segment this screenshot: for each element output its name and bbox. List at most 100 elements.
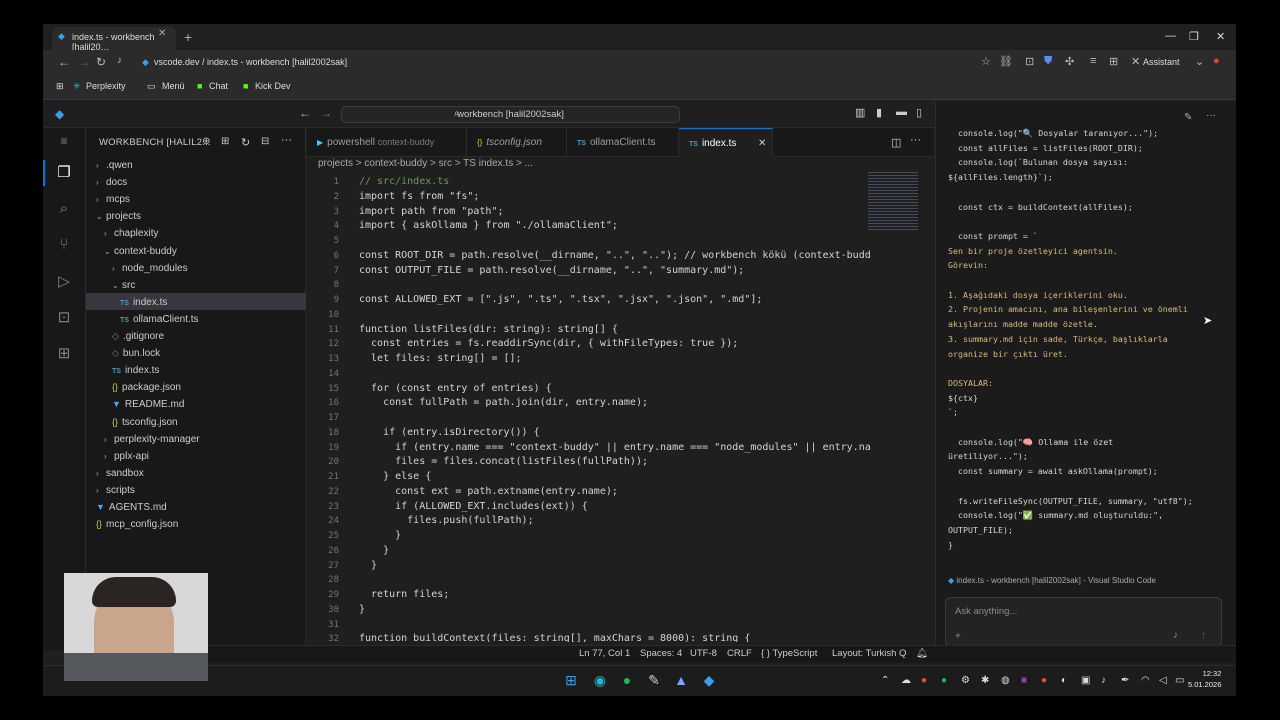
bookmark-chat[interactable]: Chat (209, 81, 228, 91)
mic-tray-icon[interactable]: ♪ (1101, 675, 1106, 686)
nav-forward-icon[interactable]: → (320, 106, 332, 120)
back-icon[interactable]: ← (58, 55, 70, 69)
tree-item[interactable]: ◇ bun.lock (112, 345, 160, 362)
notepad-icon[interactable]: ✎ (644, 672, 664, 689)
nav-back-icon[interactable]: ← (299, 106, 311, 120)
tree-item[interactable]: › sandbox (96, 465, 144, 482)
close-tab-icon[interactable]: ✕ (758, 129, 766, 158)
reload-icon[interactable]: ↻ (96, 55, 106, 69)
tree-item[interactable]: › node_modules (112, 260, 188, 277)
command-center[interactable]: ⌕ workbench [halil2002sak] (341, 106, 680, 123)
tab-ollamaclient[interactable]: TS ollamaClient.ts (567, 128, 679, 157)
tab-index-ts[interactable]: TS index.ts ✕ (679, 128, 773, 157)
clock[interactable]: 12:32 5.01.2026 (1188, 668, 1221, 690)
explorer-icon[interactable]: ❐ (53, 163, 75, 185)
browser-taskbar-icon[interactable]: ◉ (590, 672, 610, 689)
tree-item[interactable]: ⌄ context-buddy (104, 243, 177, 260)
wifi-icon[interactable]: ◠ (1141, 675, 1150, 686)
tree-item[interactable]: ⌄ src (112, 277, 135, 294)
maximize-icon[interactable]: ❐ (1189, 30, 1199, 43)
tray-icon[interactable]: ● (1041, 675, 1047, 686)
mic-icon[interactable]: ♪ (1173, 630, 1178, 641)
tree-item[interactable]: › chaplexity (104, 225, 158, 242)
extension-icon[interactable]: ⊡ (1025, 55, 1034, 68)
url-bar[interactable]: ◆ vscode.dev / index.ts - workbench [hal… (140, 54, 900, 72)
puzzle-icon[interactable]: ✣ (1065, 55, 1074, 68)
refresh-icon[interactable]: ↻ (241, 136, 250, 149)
tab-tsconfig[interactable]: {} tsconfig.json (467, 128, 567, 157)
shield-icon[interactable]: ⛊ (1044, 55, 1052, 68)
bookmark-menu[interactable]: Menü (162, 81, 185, 91)
add-icon[interactable]: + (955, 631, 961, 642)
star-icon[interactable]: ☆ (981, 55, 991, 68)
status-language[interactable]: { } TypeScript (761, 648, 817, 659)
bell-icon[interactable]: 🔔︎ (916, 648, 928, 659)
apps-icon[interactable]: ⊞ (56, 81, 64, 92)
mic-icon[interactable]: ♪ (117, 55, 122, 66)
editor-more-icon[interactable]: ··· (910, 134, 921, 146)
link-icon[interactable]: ⛓ (999, 55, 1013, 68)
tray-icon[interactable]: ▣ (1081, 675, 1090, 686)
status-spaces[interactable]: Spaces: 4 (640, 648, 682, 659)
tray-icon[interactable]: ⚙ (961, 675, 970, 686)
send-icon[interactable]: ↑ (1201, 630, 1206, 641)
tray-icon[interactable]: ◍ (1001, 675, 1010, 686)
spotify-icon[interactable]: ● (617, 672, 637, 688)
status-position[interactable]: Ln 77, Col 1 (579, 648, 630, 659)
menu-icon[interactable]: ≡ (53, 134, 75, 156)
tree-item[interactable]: ⌄ projects (96, 208, 141, 225)
toggle-secondary-sidebar-icon[interactable]: ▯ (916, 106, 922, 119)
extensions-icon[interactable]: ⊞ (53, 344, 75, 366)
tree-item[interactable]: › pplx-api (104, 448, 149, 465)
vscode-taskbar-icon[interactable]: ◆ (699, 672, 719, 689)
chat-input[interactable]: Ask anything... + ♪ ↑ (945, 597, 1222, 647)
tree-item[interactable]: {} mcp_config.json (96, 516, 178, 533)
tray-icon[interactable]: ■ (1021, 675, 1027, 686)
minimap[interactable] (868, 172, 923, 272)
pen-tray-icon[interactable]: ✒ (1121, 675, 1129, 686)
tree-item[interactable]: ▼ AGENTS.md (96, 499, 167, 516)
source-control-icon[interactable]: ⑂ (53, 236, 75, 258)
tree-item[interactable]: TS index.ts (112, 362, 159, 379)
tray-icon[interactable]: ☁ (901, 675, 911, 686)
split-editor-icon[interactable]: ◫ (891, 136, 901, 149)
status-layout[interactable]: Layout: Turkish Q (832, 648, 906, 659)
tree-item[interactable]: › .qwen (96, 157, 133, 174)
chat-context-reference[interactable]: ◆ index.ts - workbench [halil2002sak] - … (948, 576, 1156, 585)
more-icon[interactable]: ··· (281, 134, 292, 146)
tab-powershell[interactable]: ▶ powershell context-buddy (307, 128, 467, 157)
spotify-tray-icon[interactable]: ● (941, 675, 947, 686)
run-debug-icon[interactable]: ▷ (53, 272, 75, 294)
status-eol[interactable]: CRLF (727, 648, 752, 659)
tree-item[interactable]: › mcps (96, 191, 130, 208)
tree-item[interactable]: TS ollamaClient.ts (120, 311, 199, 328)
tree-item[interactable]: › scripts (96, 482, 135, 499)
tree-item[interactable]: {} package.json (112, 379, 181, 396)
new-file-icon[interactable]: ⊕ (202, 136, 210, 147)
volume-icon[interactable]: ◁ (1159, 675, 1167, 686)
battery-icon[interactable]: ▭ (1175, 675, 1184, 686)
code-editor[interactable]: 1 // src/index.ts 2 import fs from "fs"; 3 im… (307, 172, 933, 642)
new-chat-icon[interactable]: ✎ (1184, 112, 1192, 123)
tray-icon[interactable]: ◐ (1061, 675, 1067, 686)
search-view-icon[interactable]: ⌕ (53, 200, 75, 222)
tree-item[interactable]: TS index.ts (120, 294, 167, 311)
tree-item[interactable]: ◇ .gitignore (112, 328, 164, 345)
bookmark-perplexity[interactable]: Perplexity (86, 81, 126, 91)
start-icon[interactable]: ⊞ (561, 672, 581, 689)
status-encoding[interactable]: UTF-8 (690, 648, 717, 659)
tray-icon[interactable]: ● (921, 675, 927, 686)
layout-icon[interactable]: ▥ (855, 106, 865, 119)
tray-icon[interactable]: ✱ (981, 675, 989, 686)
minimize-icon[interactable]: — (1165, 30, 1176, 42)
new-tab-icon[interactable]: + (184, 29, 192, 45)
new-folder-icon[interactable]: ⊞ (221, 136, 229, 147)
tree-item[interactable]: ▼ README.md (112, 396, 184, 413)
collapse-icon[interactable]: ⊟ (261, 136, 269, 147)
tree-item[interactable]: › perplexity-manager (104, 431, 200, 448)
remote-icon[interactable]: ⊡ (53, 308, 75, 330)
close-window-icon[interactable]: ✕ (1216, 30, 1225, 43)
assistant-button[interactable]: Assistant (1143, 57, 1180, 67)
close-tab-icon[interactable]: ✕ (158, 28, 166, 39)
forward-icon[interactable]: → (78, 55, 90, 69)
